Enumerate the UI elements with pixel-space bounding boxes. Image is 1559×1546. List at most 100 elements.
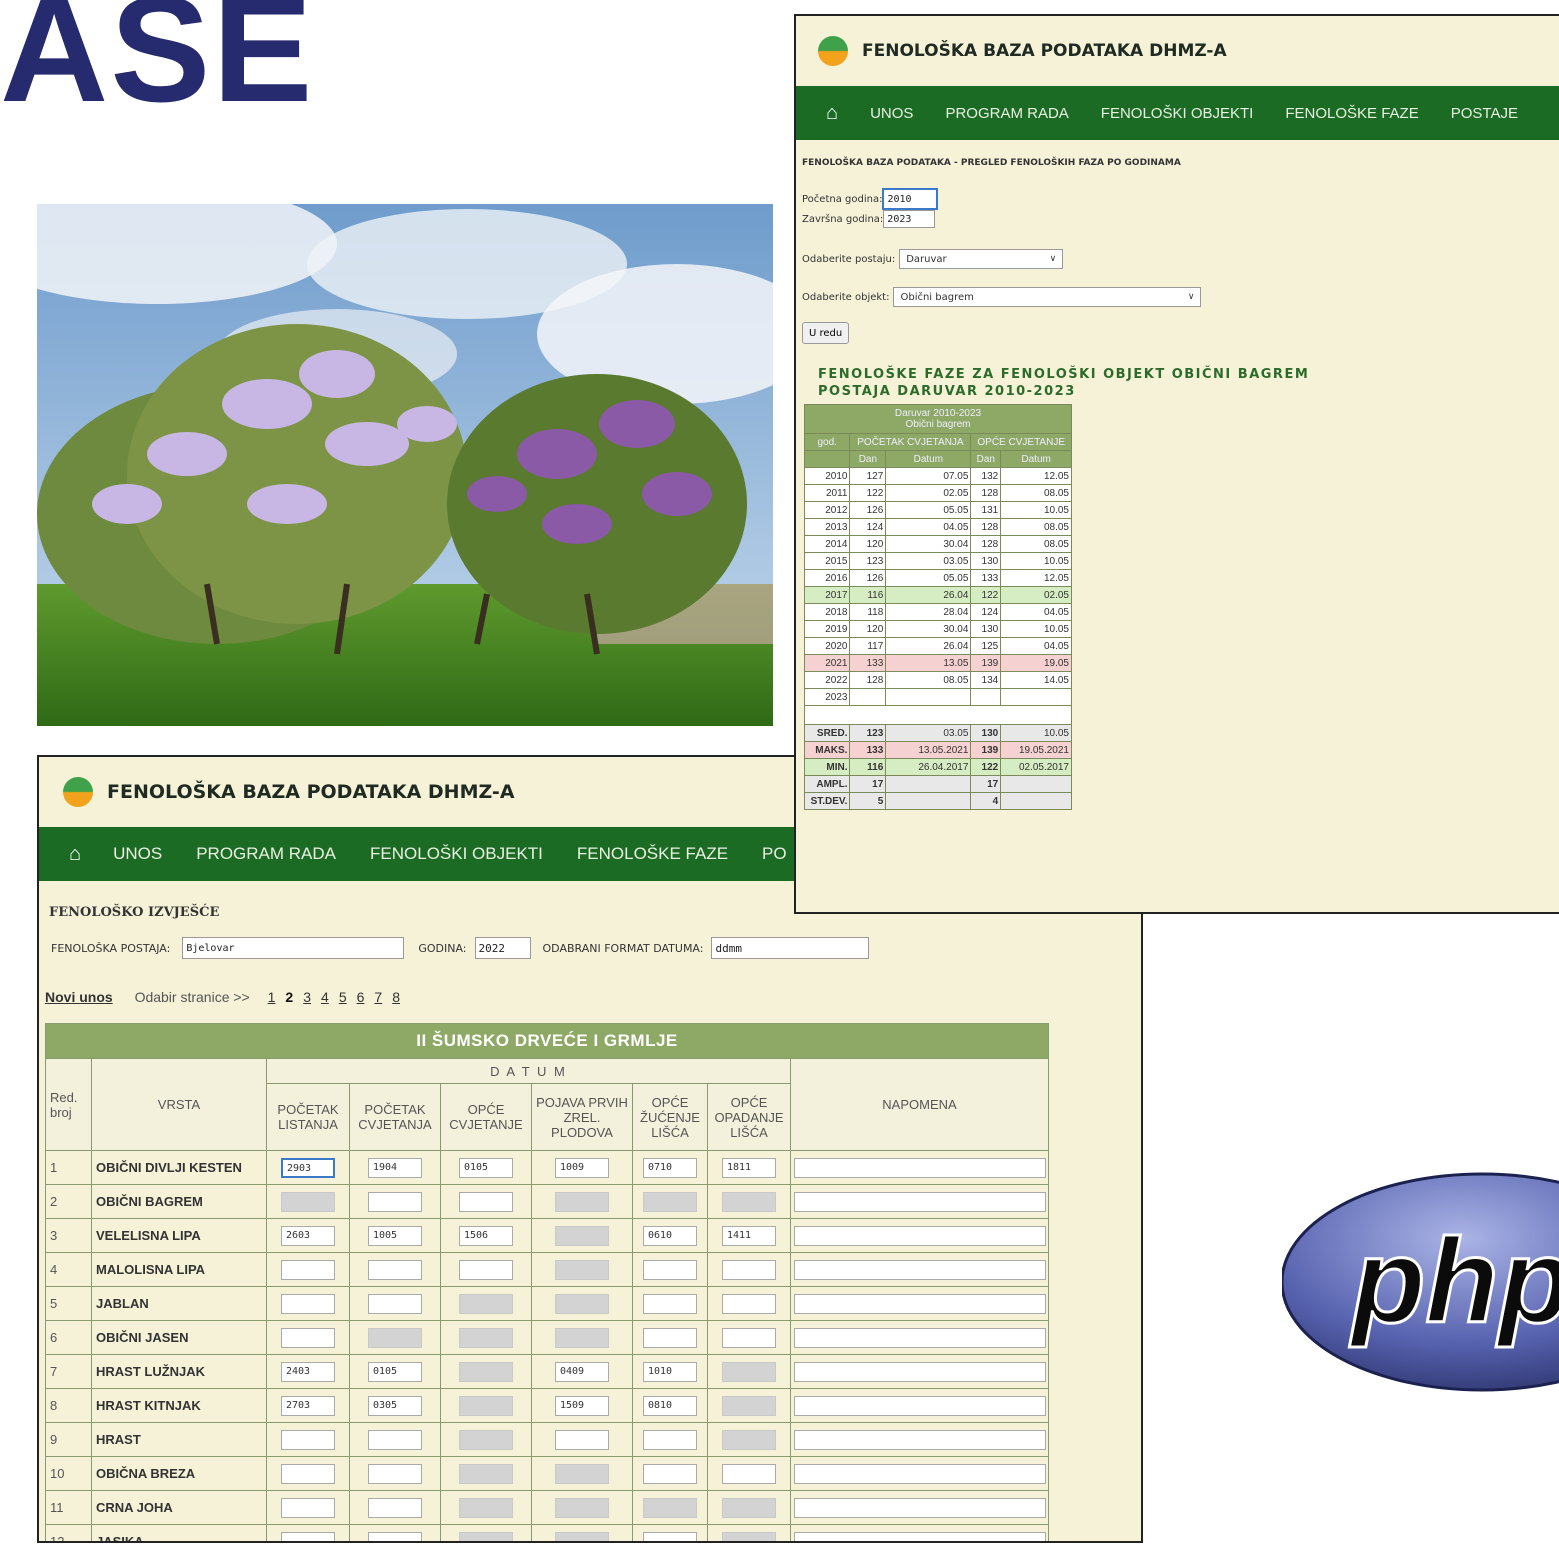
date-input[interactable] — [643, 1463, 697, 1484]
date-input[interactable]: 1005 — [368, 1225, 422, 1246]
date-input[interactable]: 1009 — [555, 1157, 609, 1178]
date-input[interactable]: 0610 — [643, 1225, 697, 1246]
date-cell: 0305 — [349, 1388, 441, 1423]
page-link-8[interactable]: 8 — [392, 989, 400, 1005]
date-input[interactable] — [643, 1259, 697, 1280]
date-input[interactable] — [722, 1293, 776, 1314]
nav-unos[interactable]: UNOS — [113, 844, 162, 864]
date-input[interactable]: 1904 — [368, 1157, 422, 1178]
date-input[interactable] — [643, 1531, 697, 1541]
nav-program-rada[interactable]: PROGRAM RADA — [196, 844, 336, 864]
date-cell — [632, 1456, 708, 1491]
date-input[interactable] — [281, 1259, 335, 1280]
nav-fenoloski-objekti[interactable]: FENOLOŠKI OBJEKTI — [370, 844, 543, 864]
home-icon[interactable]: ⌂ — [69, 843, 81, 866]
date-input[interactable] — [459, 1259, 513, 1280]
date-input[interactable]: 1509 — [555, 1395, 609, 1416]
date-input[interactable] — [555, 1429, 609, 1450]
year-input[interactable] — [474, 937, 531, 959]
note-input[interactable] — [793, 1259, 1046, 1280]
note-input[interactable] — [793, 1191, 1046, 1212]
date-input[interactable]: 1411 — [722, 1225, 776, 1246]
date-input[interactable]: 0409 — [555, 1361, 609, 1382]
date-input[interactable] — [722, 1327, 776, 1348]
date-input[interactable]: 0710 — [643, 1157, 697, 1178]
note-input[interactable] — [793, 1327, 1046, 1348]
page-link-1[interactable]: 1 — [268, 989, 276, 1005]
date-input[interactable]: 0305 — [368, 1395, 422, 1416]
date-input[interactable]: 0810 — [643, 1395, 697, 1416]
date-cell: 13.05.2021 — [886, 742, 971, 758]
date-input[interactable] — [643, 1327, 697, 1348]
date-input[interactable] — [722, 1463, 776, 1484]
home-icon[interactable]: ⌂ — [826, 102, 838, 125]
day-cell: 139 — [971, 655, 1001, 671]
date-input[interactable] — [368, 1531, 422, 1541]
date-input[interactable] — [643, 1429, 697, 1450]
date-input[interactable]: 1506 — [459, 1225, 513, 1246]
station-input[interactable] — [182, 937, 405, 959]
date-format-input[interactable] — [711, 937, 870, 959]
date-input[interactable]: 2603 — [281, 1225, 335, 1246]
note-input[interactable] — [793, 1225, 1046, 1246]
note-input[interactable] — [793, 1497, 1046, 1518]
date-input[interactable]: 1811 — [722, 1157, 776, 1178]
page-link-3[interactable]: 3 — [303, 989, 311, 1005]
date-input[interactable] — [281, 1327, 335, 1348]
nav-fenoloske-faze[interactable]: FENOLOŠKE FAZE — [1285, 105, 1418, 122]
new-entry-link[interactable]: Novi unos — [45, 989, 113, 1005]
nav-fenoloski-objekti[interactable]: FENOLOŠKI OBJEKTI — [1101, 105, 1254, 122]
note-input[interactable] — [793, 1531, 1046, 1541]
start-year-input[interactable] — [882, 188, 939, 210]
date-cell — [440, 1184, 532, 1219]
page-link-7[interactable]: 7 — [374, 989, 382, 1005]
day-cell: 128 — [971, 519, 1001, 535]
nav-fenoloske-faze[interactable]: FENOLOŠKE FAZE — [577, 844, 728, 864]
date-input[interactable] — [368, 1497, 422, 1518]
date-input[interactable]: 2703 — [281, 1395, 335, 1416]
date-input[interactable] — [281, 1429, 335, 1450]
date-cell — [531, 1218, 633, 1253]
nav-program-rada[interactable]: PROGRAM RADA — [945, 105, 1068, 122]
end-year-input[interactable] — [883, 210, 936, 228]
note-input[interactable] — [793, 1361, 1046, 1382]
date-input[interactable] — [368, 1293, 422, 1314]
date-input[interactable] — [368, 1259, 422, 1280]
date-input — [722, 1191, 776, 1212]
date-input[interactable]: 0105 — [368, 1361, 422, 1382]
page-link-5[interactable]: 5 — [339, 989, 347, 1005]
date-input[interactable] — [643, 1293, 697, 1314]
date-input[interactable] — [281, 1463, 335, 1484]
note-input[interactable] — [793, 1395, 1046, 1416]
note-input[interactable] — [793, 1293, 1046, 1314]
note-input[interactable] — [793, 1463, 1046, 1484]
note-input[interactable] — [793, 1157, 1046, 1178]
date-input[interactable]: 2903 — [281, 1157, 335, 1178]
date-input[interactable] — [459, 1191, 513, 1212]
date-input[interactable] — [722, 1259, 776, 1280]
nav-postaje[interactable]: POSTAJE — [1451, 105, 1518, 122]
stat-row: SRED. 123 03.05 130 10.05 — [805, 725, 1071, 741]
station-select[interactable]: Daruvar ∨ — [899, 249, 1064, 269]
date-cell: 02.05.2017 — [1001, 759, 1071, 775]
nav-postaje[interactable]: PO — [762, 844, 787, 864]
date-cell: 1811 — [707, 1150, 791, 1185]
page-link-4[interactable]: 4 — [321, 989, 329, 1005]
date-input[interactable] — [368, 1463, 422, 1484]
page-link-2[interactable]: 2 — [285, 989, 293, 1005]
review-heading: FENOLOŠKA BAZA PODATAKA - PREGLED FENOLO… — [802, 158, 1181, 168]
date-input[interactable] — [281, 1497, 335, 1518]
stat-row: AMPL. 17 17 — [805, 776, 1071, 792]
date-input[interactable] — [281, 1531, 335, 1541]
note-input[interactable] — [793, 1429, 1046, 1450]
date-input[interactable]: 1010 — [643, 1361, 697, 1382]
date-input[interactable] — [368, 1191, 422, 1212]
date-input[interactable] — [368, 1429, 422, 1450]
date-input[interactable] — [281, 1293, 335, 1314]
page-link-6[interactable]: 6 — [357, 989, 365, 1005]
ok-button[interactable]: U redu — [802, 322, 850, 344]
nav-unos[interactable]: UNOS — [870, 105, 913, 122]
object-select[interactable]: Obični bagrem ∨ — [893, 287, 1202, 307]
date-input[interactable]: 0105 — [459, 1157, 513, 1178]
date-input[interactable]: 2403 — [281, 1361, 335, 1382]
